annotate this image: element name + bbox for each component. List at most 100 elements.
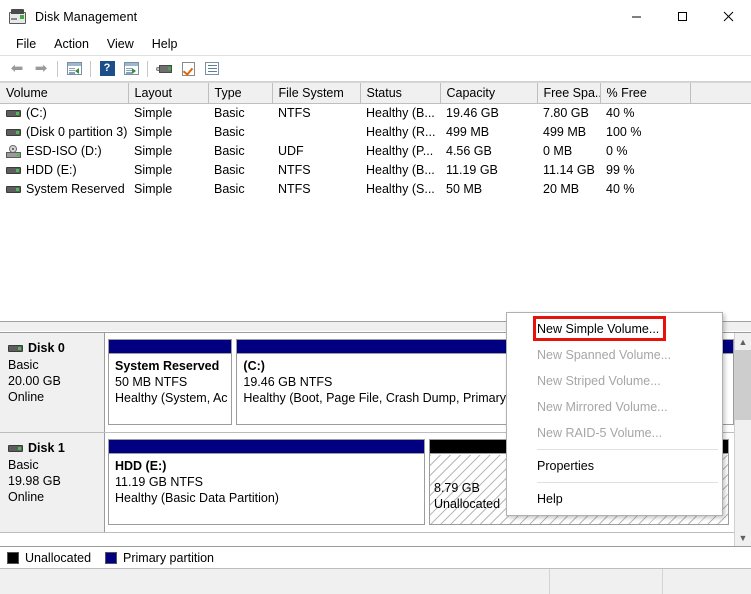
partition-hdd-e-drive[interactable]: HDD (E:) 11.19 GB NTFS Healthy (Basic Da… [108, 439, 425, 525]
table-row[interactable]: (C:) Simple Basic NTFS Healthy (B... 19.… [0, 104, 751, 123]
cell-layout: Simple [134, 125, 173, 139]
partition-system-reserved[interactable]: System Reserved 50 MB NTFS Healthy (Syst… [108, 339, 233, 425]
cell-layout: Simple [134, 163, 173, 177]
disk-header-1[interactable]: Disk 1 Basic 19.98 GB Online [0, 433, 105, 532]
menu-item-properties[interactable]: Properties [507, 453, 722, 479]
table-row[interactable]: ESD-ISO (D:) Simple Basic UDF Healthy (P… [0, 142, 751, 161]
disk-header-0[interactable]: Disk 0 Basic 20.00 GB Online [0, 333, 105, 432]
partition-size: 50 MB NTFS [115, 375, 188, 389]
maximize-button[interactable] [659, 0, 705, 33]
menu-file[interactable]: File [7, 34, 45, 54]
hard-drive-icon [6, 185, 21, 194]
cell-file-system: NTFS [278, 163, 311, 177]
menu-item-new-raid5-volume: New RAID-5 Volume... [537, 426, 663, 440]
forward-arrow-icon[interactable]: ➡ [29, 58, 53, 80]
cell-free-space: 0 MB [543, 144, 573, 158]
disk-type: Basic [8, 458, 39, 472]
legend-swatch-primary [105, 551, 118, 564]
back-arrow-icon[interactable]: ⬅ [5, 58, 29, 80]
cell-status: Healthy (S... [366, 182, 435, 196]
rescan-disks-icon[interactable] [152, 58, 176, 80]
column-header-blank[interactable] [690, 83, 751, 104]
properties-icon[interactable] [176, 58, 200, 80]
column-header-file-system[interactable]: File System [272, 83, 361, 104]
partition-status: Healthy (System, Ac [115, 391, 228, 405]
menu-item-help[interactable]: Help [507, 486, 722, 512]
disk-name: Disk 0 [28, 341, 65, 355]
cell-capacity: 11.19 GB [446, 163, 498, 177]
menu-help[interactable]: Help [143, 34, 187, 54]
menu-view[interactable]: View [98, 34, 143, 54]
cell-type: Basic [214, 163, 245, 177]
show-console-tree-icon[interactable] [119, 58, 143, 80]
menu-action[interactable]: Action [45, 34, 98, 54]
cell-percent-free: 0 % [606, 144, 628, 158]
scroll-up-icon[interactable]: ▲ [735, 333, 751, 350]
volume-label: (C:) [26, 106, 47, 121]
hard-drive-icon [6, 128, 21, 137]
menu-item-new-striped-volume: New Striped Volume... [537, 374, 661, 388]
volume-table-header-row: Volume Layout Type File System Status Ca… [0, 83, 751, 104]
column-header-percent-free[interactable]: % Free [600, 83, 691, 104]
cell-volume: System Reserved [0, 180, 128, 199]
graphical-view-scrollbar[interactable]: ▲ ▼ [734, 333, 751, 546]
title-bar: Disk Management [0, 0, 751, 33]
cell-volume: HDD (E:) [0, 161, 128, 180]
column-header-volume[interactable]: Volume [0, 83, 129, 104]
column-header-type[interactable]: Type [208, 83, 273, 104]
table-row[interactable]: System Reserved Simple Basic NTFS Health… [0, 180, 751, 199]
hard-drive-icon [8, 444, 23, 453]
menu-item-new-spanned-volume: New Spanned Volume... [537, 348, 672, 362]
legend-item-unallocated: Unallocated [7, 551, 91, 565]
minimize-button[interactable] [613, 0, 659, 33]
cell-type: Basic [214, 144, 245, 158]
legend-label-unallocated: Unallocated [25, 550, 92, 565]
cell-percent-free: 99 % [606, 163, 635, 177]
disk-size: 19.98 GB [8, 474, 61, 488]
scrollbar-thumb[interactable] [735, 350, 751, 420]
cell-volume: (C:) [0, 104, 128, 123]
menu-item-new-simple-volume[interactable]: New Simple Volume... [507, 316, 722, 342]
cell-type: Basic [214, 182, 245, 196]
table-row[interactable]: HDD (E:) Simple Basic NTFS Healthy (B...… [0, 161, 751, 180]
legend-label-primary-partition: Primary partition [123, 550, 215, 565]
help-icon[interactable]: ? [95, 58, 119, 80]
disk-name: Disk 1 [28, 441, 65, 455]
context-menu: New Simple Volume... New Spanned Volume.… [506, 312, 723, 516]
up-one-level-icon[interactable] [62, 58, 86, 80]
cell-percent-free: 40 % [606, 182, 635, 196]
cell-layout: Simple [134, 144, 173, 158]
volume-table: Volume Layout Type File System Status Ca… [0, 83, 751, 199]
cell-type: Basic [214, 125, 245, 139]
cell-capacity: 4.56 GB [446, 144, 492, 158]
toolbar-separator [90, 60, 91, 77]
cell-capacity: 50 MB [446, 182, 483, 196]
scrollbar-track[interactable] [735, 350, 751, 529]
scroll-down-icon[interactable]: ▼ [735, 529, 751, 546]
status-bar [0, 568, 751, 594]
cell-blank [690, 123, 751, 142]
column-header-status[interactable]: Status [360, 83, 441, 104]
toolbar-separator [57, 60, 58, 77]
partition-title: System Reserved [115, 359, 220, 373]
cell-file-system: UDF [278, 144, 304, 158]
cell-capacity: 499 MB [446, 125, 490, 139]
close-button[interactable] [705, 0, 751, 33]
volume-list-pane: Volume Layout Type File System Status Ca… [0, 82, 751, 321]
context-menu-separator [537, 449, 718, 450]
column-header-capacity[interactable]: Capacity [440, 83, 538, 104]
show-action-pane-icon[interactable] [200, 58, 224, 80]
cell-status: Healthy (P... [366, 144, 434, 158]
volume-label: HDD (E:) [26, 163, 77, 177]
optical-drive-icon [6, 144, 21, 158]
table-row[interactable]: (Disk 0 partition 3) Simple Basic Health… [0, 123, 751, 142]
column-header-free-space[interactable]: Free Spa... [537, 83, 601, 104]
context-menu-separator [537, 482, 718, 483]
cell-type: Basic [214, 106, 245, 121]
status-pane-1 [0, 569, 550, 594]
status-pane-3 [663, 569, 751, 594]
column-header-layout[interactable]: Layout [128, 83, 209, 104]
cell-layout: Simple [134, 182, 173, 196]
cell-file-system [272, 123, 360, 142]
cell-file-system: NTFS [278, 182, 311, 196]
